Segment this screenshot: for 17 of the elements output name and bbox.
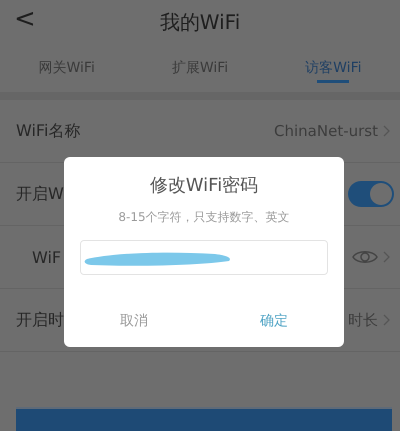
eye-icon[interactable] (352, 248, 378, 266)
cancel-button[interactable]: 取消 (64, 295, 204, 347)
chevron-icon (383, 125, 390, 137)
password-field[interactable] (80, 240, 328, 275)
row-label: 开启W (16, 184, 64, 204)
dialog-title: 修改WiFi密码 (150, 174, 258, 197)
chevron-icon (383, 314, 390, 326)
row-label: WiF (32, 248, 62, 266)
toggle-switch[interactable] (348, 181, 394, 207)
back-button[interactable]: < (14, 4, 36, 34)
dialog-hint: 8-15个字符，只支持数字、英文 (118, 209, 290, 226)
confirm-button[interactable]: 确定 (204, 295, 344, 347)
tab[interactable]: 访客WiFi (266, 44, 400, 92)
row-label: WiFi名称 (16, 120, 80, 142)
chevron-icon (383, 251, 390, 263)
page-title: 我的WiFi (160, 8, 240, 36)
row-label: 开启时 (16, 310, 64, 330)
